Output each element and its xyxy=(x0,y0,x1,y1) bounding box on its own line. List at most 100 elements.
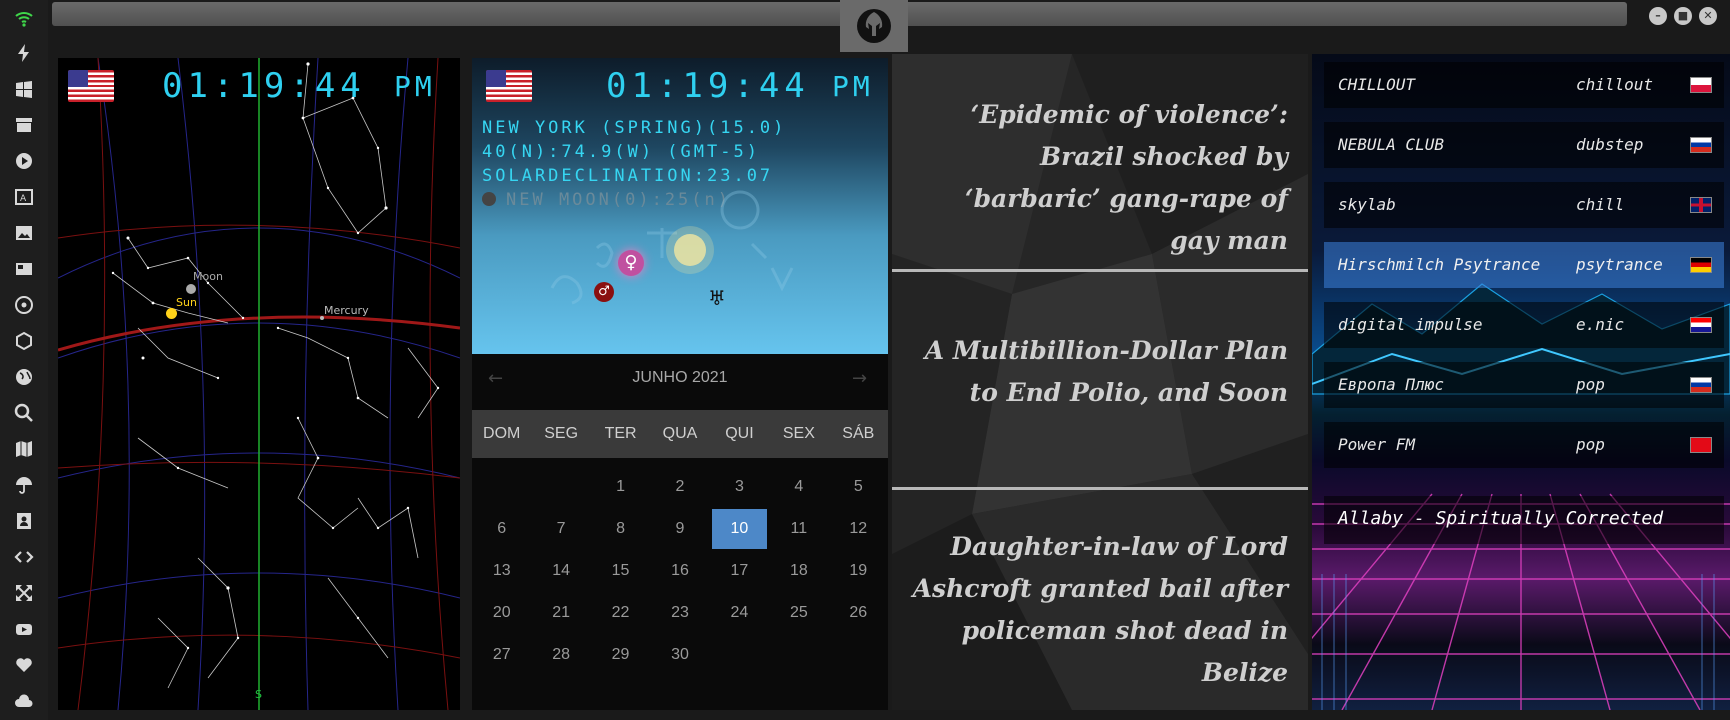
atom-icon[interactable] xyxy=(12,293,36,317)
expand-icon[interactable] xyxy=(12,581,36,605)
calendar-day[interactable]: 18 xyxy=(771,551,826,591)
calendar-day[interactable]: 16 xyxy=(652,551,707,591)
calendar-day[interactable]: 20 xyxy=(474,593,529,633)
windows-icon[interactable] xyxy=(12,77,36,101)
venus-icon: ♀ xyxy=(618,250,644,276)
calendar-day[interactable]: 25 xyxy=(771,593,826,633)
station-name: Европа Плюс xyxy=(1338,375,1444,394)
play-icon[interactable] xyxy=(12,149,36,173)
station-genre: psytrance xyxy=(1576,255,1663,274)
radio-station-row[interactable]: digital impulse e.nic xyxy=(1324,302,1724,348)
sun-label: Sun xyxy=(176,296,197,309)
mercury-label: Mercury xyxy=(324,304,369,317)
close-button[interactable]: ✕ xyxy=(1699,7,1717,25)
calendar-day[interactable]: 26 xyxy=(831,593,886,633)
radio-stations-panel: CHILLOUT chillout NEBULA CLUB dubstep sk… xyxy=(1312,54,1730,710)
radio-station-row[interactable]: Европа Плюс pop xyxy=(1324,362,1724,408)
uk-flag-icon xyxy=(1690,197,1712,213)
station-name: Power FM xyxy=(1338,435,1416,454)
sky-clock-time: 01:19:44 xyxy=(162,66,366,106)
news-divider xyxy=(892,269,1308,272)
wifi-icon[interactable] xyxy=(12,6,36,30)
mars-icon: ♂ xyxy=(594,282,614,302)
rebel-alliance-icon[interactable] xyxy=(840,0,908,52)
cloud-icon[interactable] xyxy=(12,689,36,713)
station-name: Hirschmilch Psytrance xyxy=(1338,255,1541,274)
calendar-weekday-header: DOM SEG TER QUA QUI SEX SÁB xyxy=(472,410,888,458)
calendar-day[interactable]: 15 xyxy=(593,551,648,591)
next-month-button[interactable]: → xyxy=(852,368,867,389)
zodiac-sky xyxy=(550,190,794,305)
poland-flag-icon xyxy=(1690,77,1712,93)
calendar-day[interactable]: 5 xyxy=(831,467,886,507)
sun-marker xyxy=(166,308,177,319)
uranus-icon: ♅ xyxy=(708,286,726,310)
image-icon[interactable] xyxy=(12,221,36,245)
weekday-label: TER xyxy=(604,425,637,442)
app-sidebar: A xyxy=(0,0,48,720)
calendar-day[interactable]: 17 xyxy=(712,551,767,591)
calendar-day[interactable]: 12 xyxy=(831,509,886,549)
calendar-day[interactable]: 19 xyxy=(831,551,886,591)
calendar-day[interactable]: 6 xyxy=(474,509,529,549)
calendar-day[interactable]: 3 xyxy=(712,467,767,507)
maximize-button[interactable]: ■ xyxy=(1674,7,1692,25)
search-icon[interactable] xyxy=(12,401,36,425)
youtube-icon[interactable] xyxy=(12,617,36,641)
network-icon[interactable] xyxy=(12,329,36,353)
russia-flag-icon xyxy=(1690,137,1712,153)
umbrella-icon[interactable] xyxy=(12,473,36,497)
calendar-day[interactable]: 14 xyxy=(533,551,588,591)
calendar-day[interactable]: 30 xyxy=(652,635,707,675)
news-headline[interactable]: A Multibillion-Dollar Plan to End Polio,… xyxy=(892,330,1308,414)
news-headline[interactable]: Daughter-in-law of Lord Ashcroft granted… xyxy=(892,526,1308,694)
window-titlebar: – ■ ✕ xyxy=(48,0,1730,52)
minimize-button[interactable]: – xyxy=(1649,7,1667,25)
station-genre: pop xyxy=(1576,375,1605,394)
heart-icon[interactable] xyxy=(12,653,36,677)
station-genre: dubstep xyxy=(1576,135,1644,154)
russia-flag-icon xyxy=(1690,377,1712,393)
news-headline[interactable]: ‘Epidemic of violence’: Brazil shocked b… xyxy=(892,94,1308,262)
calendar-day[interactable]: 22 xyxy=(593,593,648,633)
weekday-label: QUI xyxy=(725,425,754,442)
calendar-day[interactable]: 23 xyxy=(652,593,707,633)
calendar-day[interactable]: 1 xyxy=(593,467,648,507)
calendar-day[interactable]: 11 xyxy=(771,509,826,549)
contacts-icon[interactable] xyxy=(12,509,36,533)
calendar-day[interactable]: 28 xyxy=(533,635,588,675)
calendar-day[interactable]: 9 xyxy=(652,509,707,549)
radio-station-row[interactable]: CHILLOUT chillout xyxy=(1324,62,1724,108)
radio-station-row[interactable]: NEBULA CLUB dubstep xyxy=(1324,122,1724,168)
radio-station-row[interactable]: skylab chill xyxy=(1324,182,1724,228)
radio-station-row[interactable]: Power FM pop xyxy=(1324,422,1724,468)
station-name: NEBULA CLUB xyxy=(1338,135,1444,154)
map-icon[interactable] xyxy=(12,437,36,461)
south-label: S xyxy=(255,688,262,701)
us-flag-icon xyxy=(68,70,114,102)
calendar-day[interactable]: 8 xyxy=(593,509,648,549)
calendar-day[interactable]: 24 xyxy=(712,593,767,633)
moon-label: Moon xyxy=(193,270,223,283)
calendar-day[interactable]: 7 xyxy=(533,509,588,549)
news-panel: ‘Epidemic of violence’: Brazil shocked b… xyxy=(892,54,1308,710)
weekday-label: QUA xyxy=(662,425,698,442)
lightning-icon[interactable] xyxy=(12,41,36,65)
radio-station-row-active[interactable]: Hirschmilch Psytrance psytrance xyxy=(1324,242,1724,288)
calendar-day[interactable]: 13 xyxy=(474,551,529,591)
globe-icon[interactable] xyxy=(12,365,36,389)
calendar-day[interactable]: 29 xyxy=(593,635,648,675)
archive-icon[interactable] xyxy=(12,113,36,137)
turkey-flag-icon xyxy=(1690,437,1712,453)
station-name: CHILLOUT xyxy=(1338,75,1416,94)
translate-icon[interactable]: A xyxy=(12,185,36,209)
calendar-day[interactable]: 27 xyxy=(474,635,529,675)
astro-info-panel: 01:19:44 PM NEW YORK (SPRING)(15.0) 40(N… xyxy=(472,58,888,354)
calendar-day[interactable]: 10 xyxy=(711,509,768,549)
news-icon[interactable] xyxy=(12,257,36,281)
now-playing-track[interactable]: Allaby - Spiritually Corrected xyxy=(1324,496,1724,544)
code-icon[interactable] xyxy=(12,545,36,569)
calendar-day[interactable]: 2 xyxy=(652,467,707,507)
calendar-day[interactable]: 21 xyxy=(533,593,588,633)
calendar-day[interactable]: 4 xyxy=(771,467,826,507)
